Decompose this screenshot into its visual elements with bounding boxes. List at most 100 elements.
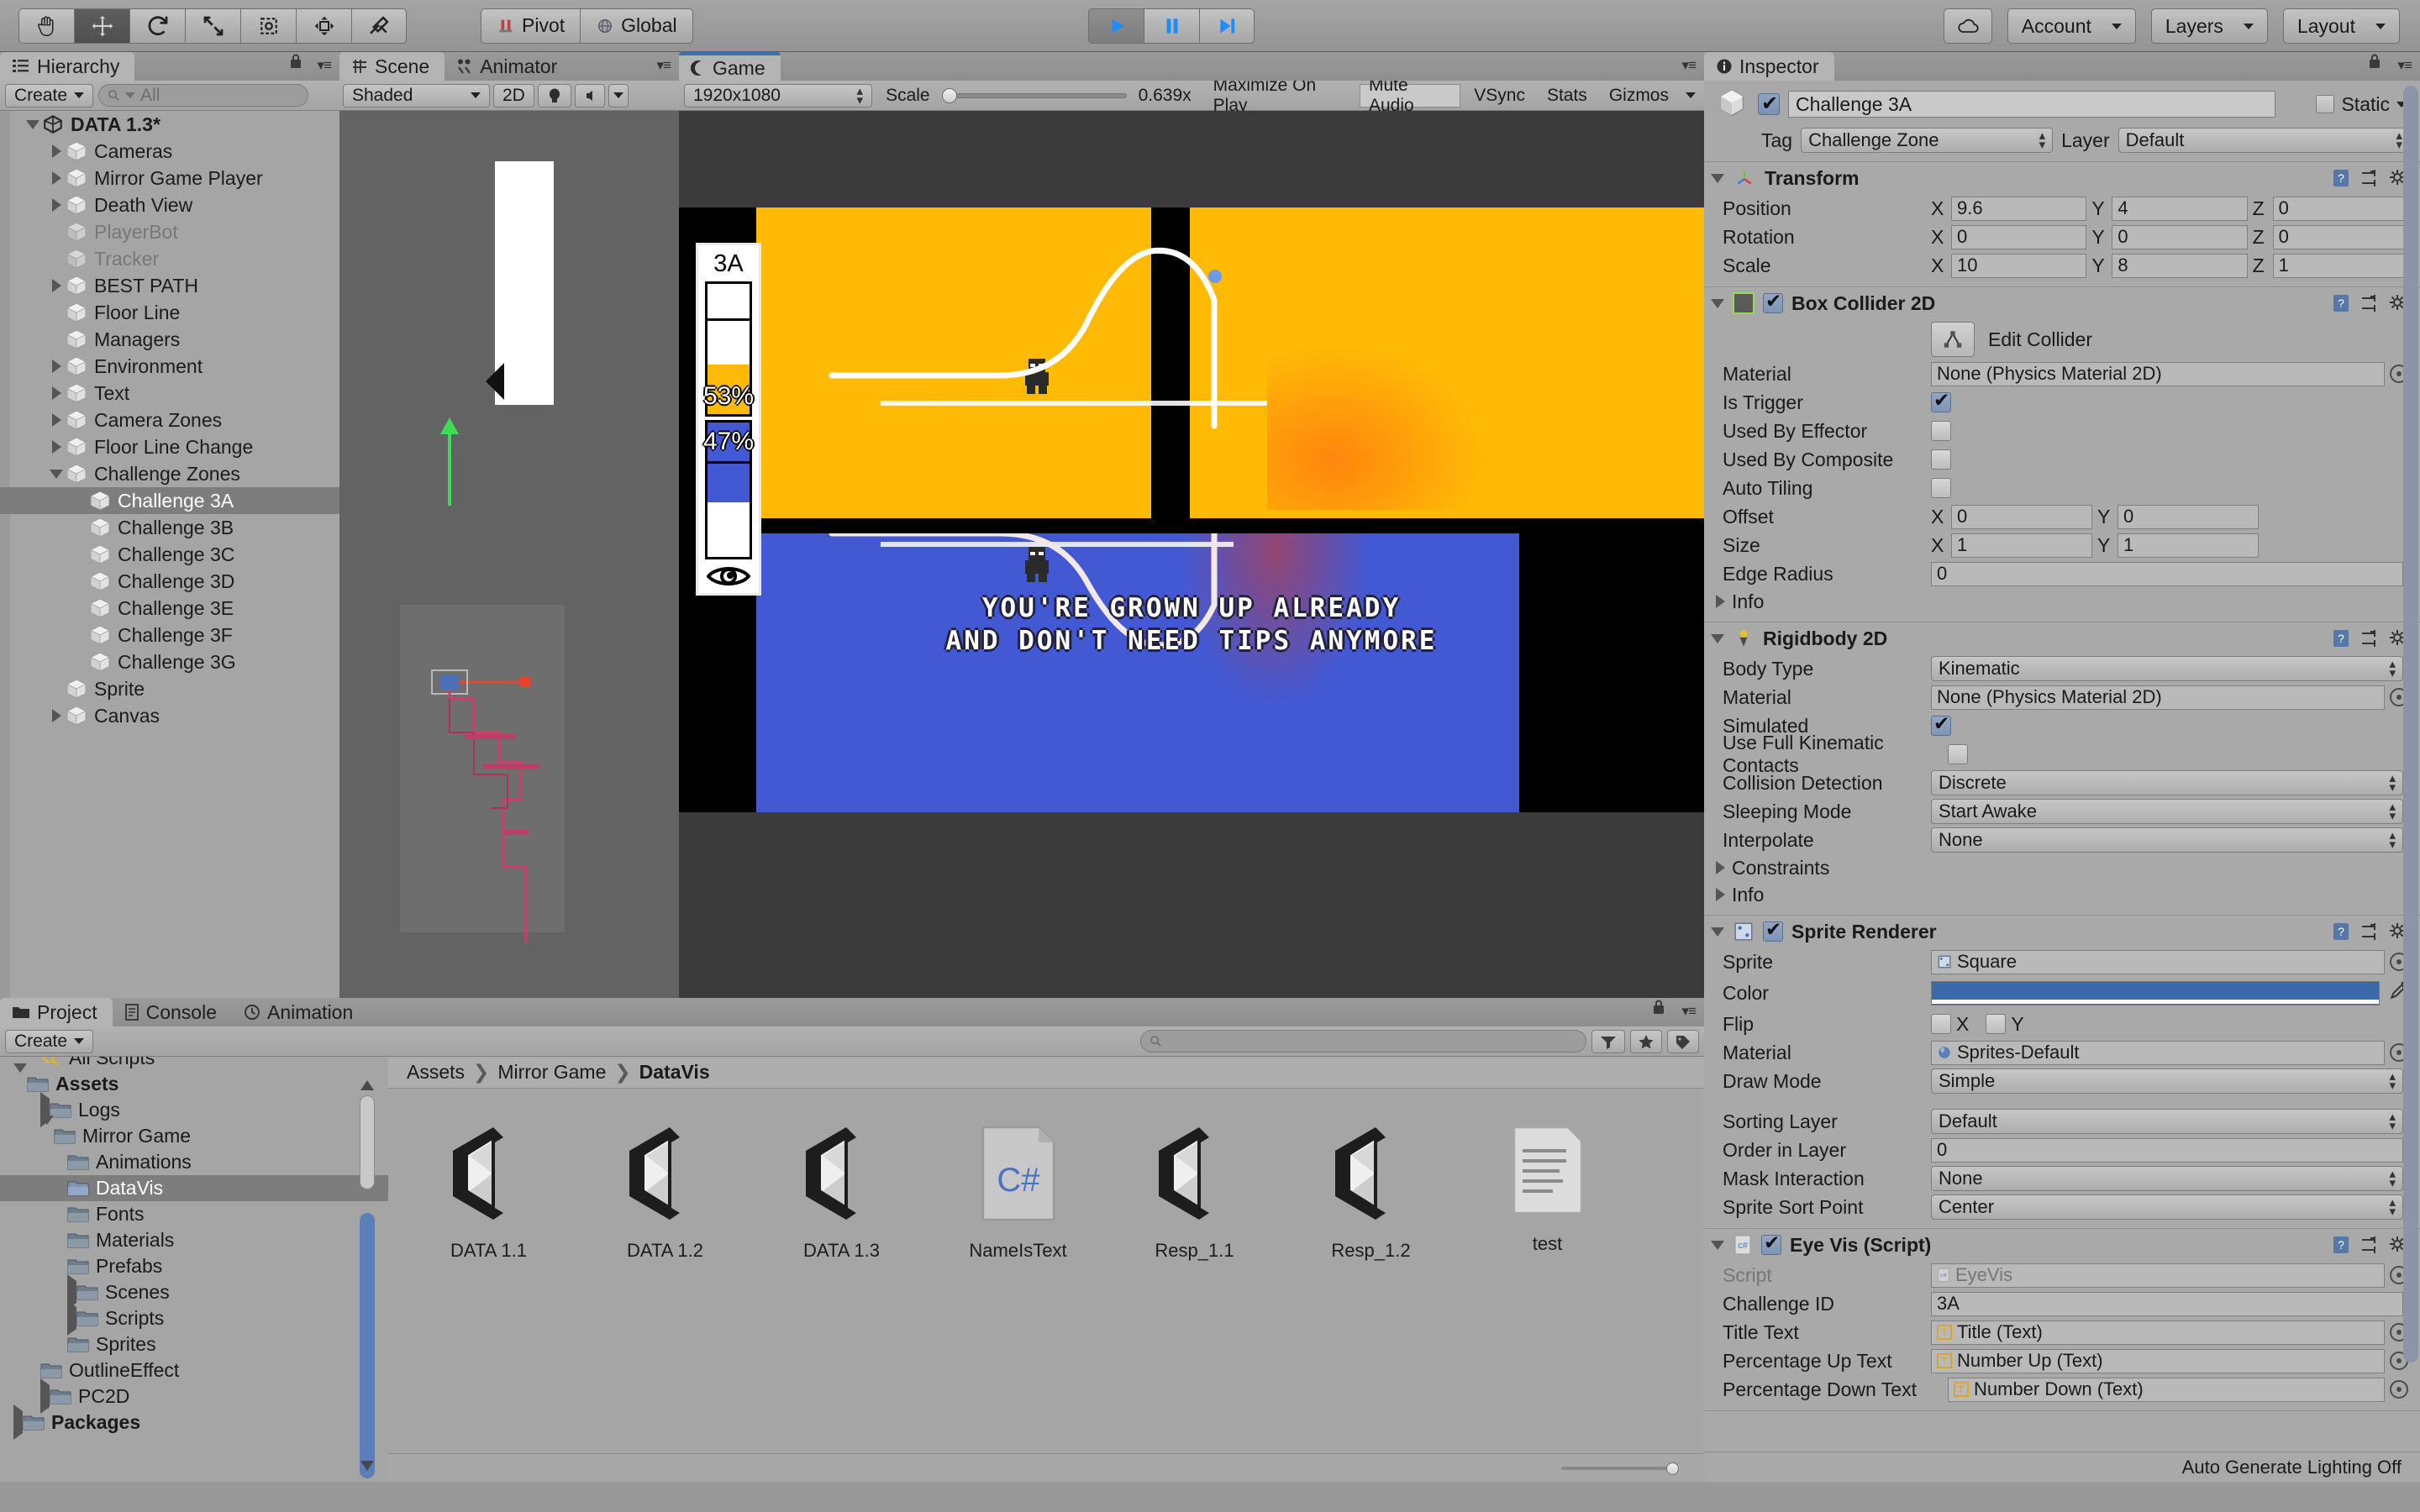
- preset-icon[interactable]: [2360, 293, 2380, 313]
- scene-lighting-toggle[interactable]: [537, 83, 571, 108]
- hierarchy-tree[interactable]: DATA 1.3* Cameras Mirror Game Player Death …: [0, 111, 339, 998]
- expand-arrow-icon[interactable]: [1716, 888, 1725, 901]
- hierarchy-item-sprite[interactable]: Sprite: [0, 675, 339, 702]
- project-folder-assets[interactable]: Assets: [0, 1063, 388, 1097]
- rigidbody-material-field[interactable]: None (Physics Material 2D): [1931, 685, 2385, 710]
- expand-arrow-icon[interactable]: [1711, 298, 1724, 308]
- hierarchy-item-managers[interactable]: Managers: [0, 326, 339, 353]
- project-folder-pc2d[interactable]: PC2D: [0, 1378, 388, 1414]
- hierarchy-item-cameras[interactable]: Cameras: [0, 138, 339, 165]
- layer-dropdown[interactable]: Default ▴ ▾: [2118, 128, 2410, 153]
- scene-viewport[interactable]: [339, 111, 679, 998]
- expand-arrow-icon[interactable]: [1711, 633, 1724, 643]
- move-tool-button[interactable]: [74, 8, 129, 44]
- object-enabled-checkbox[interactable]: [1758, 92, 1780, 116]
- sleeping-mode-dropdown[interactable]: Start Awake ▴ ▾: [1931, 799, 2403, 824]
- tab-console[interactable]: Console: [113, 998, 232, 1026]
- project-folder-tree[interactable]: All Scripts Assets Logs Mirror Game Animatio…: [0, 1057, 388, 1482]
- help-icon[interactable]: ?: [2331, 921, 2351, 942]
- hierarchy-lock-icon[interactable]: [289, 52, 302, 75]
- asset-grid[interactable]: DATA 1.1 DATA 1.2 DATA 1.3 C# NameIsText Resp…: [388, 1089, 1704, 1262]
- scene-menu-icon[interactable]: ▾≡: [657, 57, 671, 74]
- hierarchy-item-challenge-3c[interactable]: Challenge 3C: [0, 541, 339, 568]
- tab-hierarchy[interactable]: Hierarchy: [0, 52, 135, 81]
- game-maximize-toggle[interactable]: Maximize On Play: [1205, 76, 1355, 115]
- sprite-material-field[interactable]: Sprites-Default: [1931, 1040, 2385, 1065]
- hierarchy-item-tracker[interactable]: Tracker: [0, 245, 339, 272]
- rotate-tool-button[interactable]: [129, 8, 185, 44]
- title-text-field[interactable]: T Title (Text): [1931, 1320, 2385, 1345]
- scene-audio-toggle[interactable]: [574, 83, 605, 108]
- inspector-body[interactable]: Challenge 3A Static Tag Challenge Zone ▴…: [1704, 81, 2420, 1452]
- scene-2d-toggle[interactable]: 2D: [493, 83, 534, 108]
- layout-dropdown[interactable]: Layout: [2282, 8, 2400, 44]
- sprite-renderer-enabled-checkbox[interactable]: [1763, 918, 1783, 942]
- asset-zoom-slider[interactable]: [1561, 1462, 1679, 1475]
- project-folder-animations[interactable]: Animations: [0, 1149, 388, 1175]
- hierarchy-item-challenge-3b[interactable]: Challenge 3B: [0, 514, 339, 541]
- asset-item[interactable]: DATA 1.1: [424, 1124, 554, 1262]
- project-folder-outlineeffect[interactable]: OutlineEffect: [0, 1357, 388, 1383]
- asset-item[interactable]: DATA 1.3: [776, 1124, 907, 1262]
- project-tree-scrollbar-thumb-top[interactable]: [360, 1095, 375, 1189]
- collider-offset-y-input[interactable]: 0: [2118, 504, 2259, 529]
- project-folder-packages[interactable]: Packages: [0, 1404, 388, 1440]
- inspector-menu-icon[interactable]: ▾≡: [2398, 57, 2412, 74]
- scale-slider-track[interactable]: [941, 87, 1127, 103]
- preset-icon[interactable]: [2360, 168, 2380, 188]
- position-y-input[interactable]: 4: [2112, 196, 2248, 221]
- game-viewport[interactable]: YOU'RE GROWN UP ALREADY AND DON'T NEED T…: [679, 111, 1704, 998]
- hierarchy-item-mirror-game-player[interactable]: Mirror Game Player: [0, 165, 339, 192]
- hierarchy-item-data-1-3[interactable]: DATA 1.3*: [0, 111, 339, 138]
- scale-slider-handle[interactable]: [941, 87, 957, 103]
- project-folder-fonts[interactable]: Fonts: [0, 1201, 388, 1227]
- scale-z-input[interactable]: 1: [2272, 253, 2408, 278]
- help-icon[interactable]: ?: [2331, 1235, 2351, 1255]
- expand-arrow-icon[interactable]: [47, 709, 66, 722]
- project-folder-all-scripts[interactable]: All Scripts: [0, 1057, 388, 1071]
- rotation-z-input[interactable]: 0: [2272, 224, 2408, 249]
- percentage-up-field[interactable]: T Number Up (Text): [1931, 1348, 2385, 1373]
- hierarchy-item-challenge-3a[interactable]: Challenge 3A: [0, 487, 339, 514]
- collapse-arrow-icon[interactable]: [40, 1116, 54, 1147]
- order-in-layer-input[interactable]: 0: [1931, 1137, 2403, 1163]
- help-icon[interactable]: ?: [2331, 628, 2351, 648]
- edge-radius-input[interactable]: 0: [1931, 561, 2403, 586]
- project-search-input[interactable]: [1140, 1030, 1586, 1053]
- flip-x-checkbox[interactable]: [1931, 1014, 1951, 1034]
- rigidbody-info-foldout[interactable]: Info: [1704, 881, 2420, 908]
- game-resolution-dropdown[interactable]: 1920x1080 ▴ ▾: [684, 83, 873, 108]
- expand-arrow-icon[interactable]: [1716, 861, 1725, 874]
- project-folder-sprites[interactable]: Sprites: [0, 1331, 388, 1357]
- pivot-toggle-button[interactable]: Pivot: [481, 8, 581, 44]
- challenge-id-input[interactable]: 3A: [1931, 1291, 2403, 1316]
- box-collider-enabled-checkbox[interactable]: [1763, 290, 1783, 313]
- hierarchy-item-floor-line-change[interactable]: Floor Line Change: [0, 433, 339, 460]
- asset-zoom-handle[interactable]: [1666, 1462, 1679, 1475]
- transform-tool-button[interactable]: [296, 8, 351, 44]
- help-icon[interactable]: ?: [2331, 293, 2351, 313]
- preset-icon[interactable]: [2360, 1235, 2380, 1255]
- hierarchy-item-challenge-3f[interactable]: Challenge 3F: [0, 622, 339, 648]
- help-icon[interactable]: ?: [2331, 168, 2351, 188]
- position-x-input[interactable]: 9.6: [1951, 196, 2087, 221]
- interpolate-dropdown[interactable]: None ▴ ▾: [1931, 827, 2403, 853]
- asset-item[interactable]: DATA 1.2: [600, 1124, 730, 1262]
- scene-shading-dropdown[interactable]: Shaded: [343, 83, 490, 108]
- eye-vis-enabled-checkbox[interactable]: [1761, 1231, 1781, 1255]
- used-by-effector-checkbox[interactable]: [1931, 421, 1951, 441]
- rigidbody-header[interactable]: Rigidbody 2D ?: [1704, 622, 2420, 654]
- scale-y-input[interactable]: 8: [2112, 253, 2248, 278]
- color-swatch[interactable]: [1931, 980, 2380, 1005]
- game-gizmos-dropdown[interactable]: Gizmos: [1601, 84, 1677, 108]
- project-folder-materials[interactable]: Materials: [0, 1227, 388, 1253]
- hierarchy-item-camera-zones[interactable]: Camera Zones: [0, 407, 339, 433]
- project-create-button[interactable]: Create: [5, 1029, 94, 1053]
- project-tag-icon[interactable]: [1667, 1029, 1699, 1053]
- game-gizmos-caret[interactable]: [1682, 84, 1699, 108]
- project-favorite-icon[interactable]: [1630, 1029, 1662, 1053]
- tab-game[interactable]: Game: [679, 52, 781, 81]
- expand-arrow-icon[interactable]: [40, 1378, 50, 1414]
- rect-tool-button[interactable]: [240, 8, 296, 44]
- collapse-arrow-icon[interactable]: [24, 119, 42, 129]
